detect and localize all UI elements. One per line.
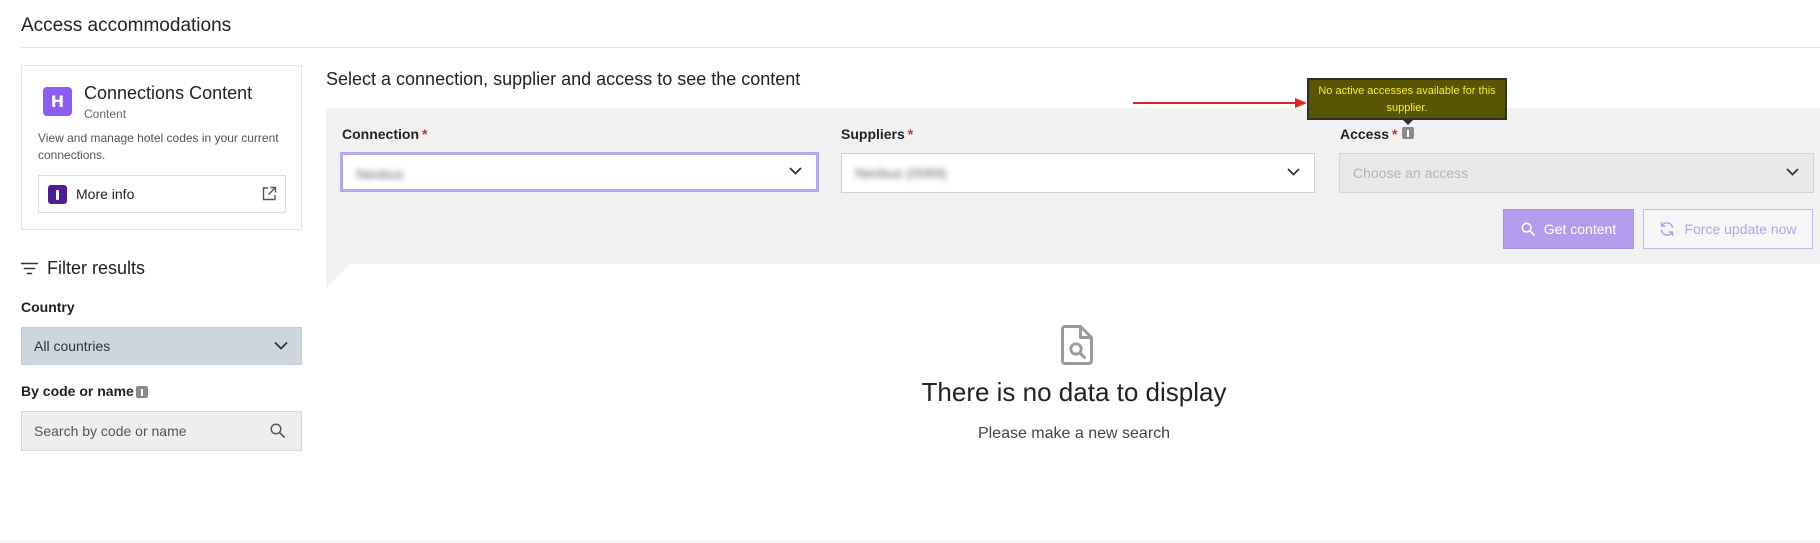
search-input[interactable] [21, 411, 302, 451]
access-tooltip: No active accesses available for this su… [1307, 78, 1507, 120]
suppliers-label: Suppliers * [841, 126, 914, 142]
app-logo-icon: H [43, 87, 72, 116]
page-title: Access accommodations [21, 15, 232, 36]
title-divider [21, 47, 1820, 48]
app-subtitle: Content [84, 107, 127, 121]
filter-results-label: Filter results [47, 258, 146, 278]
file-search-icon [1061, 325, 1093, 365]
info-icon [48, 185, 67, 204]
bottom-divider [0, 541, 1820, 542]
access-select[interactable]: Choose an access [1339, 153, 1814, 193]
chevron-down-icon [1287, 168, 1300, 176]
access-info-icon[interactable] [1402, 127, 1414, 139]
external-link-icon [262, 186, 277, 201]
selection-heading: Select a connection, supplier and access… [326, 69, 801, 89]
access-placeholder: Choose an access [1353, 165, 1469, 181]
search-icon [1521, 222, 1535, 236]
connection-label: Connection * [342, 126, 428, 142]
connection-select[interactable]: Nexbus [340, 152, 819, 192]
suppliers-value: Nexbus (0069) [855, 165, 947, 181]
refresh-icon [1661, 221, 1674, 237]
force-update-label: Force update now [1684, 221, 1797, 237]
more-info-button[interactable]: More info [38, 175, 286, 213]
get-content-button[interactable]: Get content [1503, 209, 1634, 249]
annotation-arrow [1133, 102, 1295, 104]
filter-results-heading: Filter results [21, 258, 145, 279]
info-icon[interactable] [136, 386, 148, 398]
access-label: Access * [1340, 126, 1398, 142]
country-label: Country [21, 299, 75, 315]
code-or-name-label: By code or name [21, 383, 134, 399]
app-name: Connections Content [84, 83, 253, 103]
app-info-card: H Connections Content Content View and m… [21, 65, 302, 230]
chevron-down-icon [1786, 168, 1799, 176]
app-description: View and manage hotel codes in your curr… [38, 131, 279, 162]
chevron-down-icon [274, 341, 288, 350]
empty-state-title: There is no data to display [921, 377, 1227, 407]
search-icon[interactable] [270, 423, 285, 438]
panel-notch [326, 264, 350, 288]
force-update-button[interactable]: Force update now [1643, 209, 1813, 249]
chevron-down-icon [789, 167, 802, 175]
get-content-label: Get content [1543, 221, 1617, 237]
country-select[interactable]: All countries [21, 327, 302, 365]
empty-state-subtitle: Please make a new search [977, 425, 1171, 442]
country-value: All countries [34, 338, 111, 354]
connection-value: Nexbus [356, 166, 404, 182]
more-info-label: More info [76, 186, 135, 202]
annotation-arrow-head [1295, 98, 1307, 108]
tooltip-caret [1402, 119, 1414, 125]
suppliers-select[interactable]: Nexbus (0069) [841, 153, 1315, 193]
filter-icon [21, 262, 38, 275]
